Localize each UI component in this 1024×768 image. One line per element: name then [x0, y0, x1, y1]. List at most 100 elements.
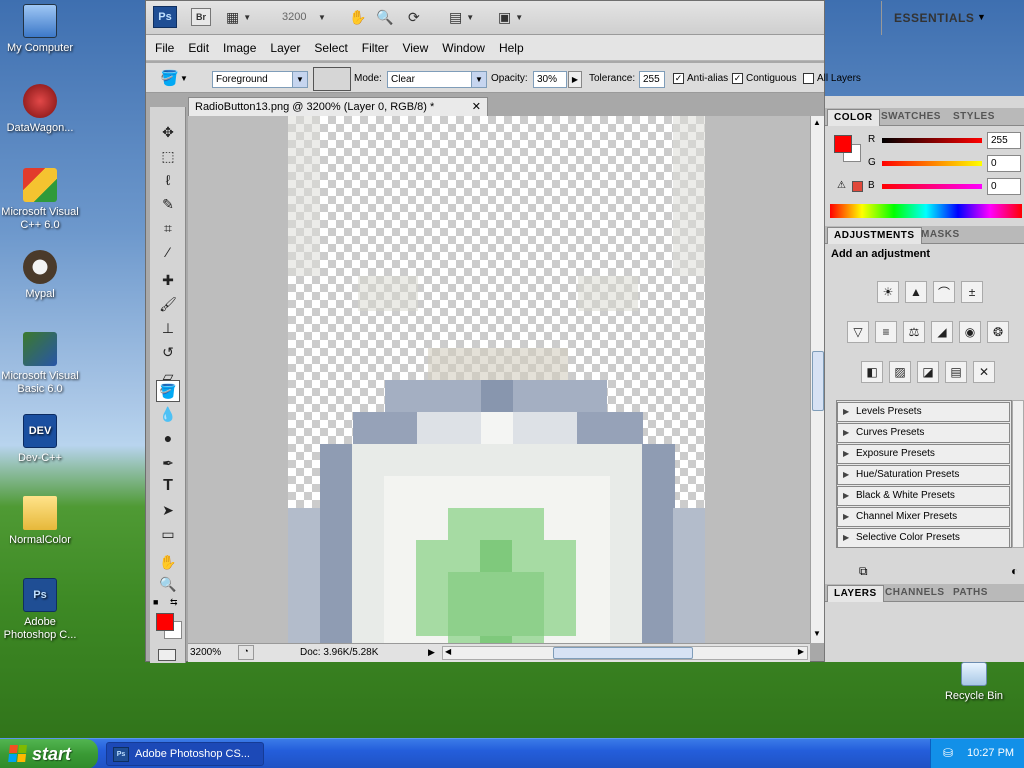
tolerance-input[interactable]: 255 — [639, 71, 665, 88]
brush-tool-icon[interactable]: 🖌 — [156, 293, 180, 315]
menu-view[interactable]: View — [402, 41, 428, 55]
clone-stamp-tool-icon[interactable]: ⊥ — [156, 317, 180, 339]
g-slider[interactable] — [882, 161, 982, 166]
photo-filter-icon[interactable]: ◉ — [959, 321, 981, 343]
eyedropper-tool-icon[interactable]: ⁄ — [156, 241, 180, 263]
preset-black-white[interactable]: Black & White Presets — [837, 486, 1010, 506]
quick-selection-tool-icon[interactable]: ✎ — [156, 193, 180, 215]
view-extras-icon[interactable]: ▦ ▼ — [226, 8, 251, 26]
document-tab[interactable]: RadioButton13.png @ 3200% (Layer 0, RGB/… — [188, 97, 488, 116]
scroll-thumb[interactable] — [812, 351, 824, 411]
zoom-tool-icon[interactable]: 🔍 — [156, 573, 180, 595]
blur-tool-icon[interactable]: 💧 — [156, 403, 180, 425]
anti-alias-checkbox[interactable]: ✓ — [673, 73, 684, 84]
invert-icon[interactable]: ◧ — [861, 361, 883, 383]
clock[interactable]: 10:27 PM — [967, 747, 1014, 759]
scroll-thumb[interactable] — [553, 647, 693, 659]
clip-to-layer-icon[interactable]: ⧉ — [859, 564, 868, 579]
status-menu-arrow-icon[interactable]: ▶ — [428, 647, 435, 658]
foreground-color-swatch[interactable] — [156, 613, 174, 631]
screen-mode-icon[interactable]: ▣ ▼ — [498, 8, 523, 26]
history-brush-tool-icon[interactable]: ↺ — [156, 341, 180, 363]
zoom-dropdown-icon[interactable]: ▼ — [318, 8, 326, 26]
tab-adjustments[interactable]: ADJUSTMENTS — [827, 227, 922, 244]
curves-icon[interactable]: ⌒ — [933, 281, 955, 303]
status-options-icon[interactable]: ◔ — [238, 645, 254, 660]
path-selection-tool-icon[interactable]: ➤ — [156, 499, 180, 521]
zoom-tool-icon[interactable]: 🔍 — [376, 8, 393, 26]
exposure-icon[interactable]: ± — [961, 281, 983, 303]
tab-layers[interactable]: LAYERS — [827, 585, 884, 602]
taskbar-item-photoshop[interactable]: Ps Adobe Photoshop CS... — [106, 742, 264, 766]
default-colors-icon[interactable]: ■ — [153, 597, 158, 607]
levels-icon[interactable]: ▲ — [905, 281, 927, 303]
color-balance-icon[interactable]: ⚖ — [903, 321, 925, 343]
scroll-left-icon[interactable]: ◀ — [445, 647, 451, 656]
desktop-icon-mypal[interactable]: Mypal — [0, 250, 80, 301]
hue-saturation-icon[interactable]: ≡ — [875, 321, 897, 343]
healing-brush-tool-icon[interactable]: ✚ — [156, 269, 180, 291]
desktop-icon-my-computer[interactable]: My Computer — [0, 4, 80, 55]
tab-channels[interactable]: CHANNELS — [879, 585, 951, 602]
menu-window[interactable]: Window — [442, 41, 485, 55]
tab-styles[interactable]: STYLES — [947, 109, 1001, 126]
desktop-icon-photoshop[interactable]: Ps Adobe Photoshop C... — [0, 578, 80, 642]
foreground-color-swatch[interactable] — [834, 135, 852, 153]
preset-curves[interactable]: Curves Presets — [837, 423, 1010, 443]
canvas-area[interactable] — [188, 116, 810, 643]
b-value-input[interactable]: 0 — [987, 178, 1021, 195]
visibility-icon[interactable]: ◐ — [1011, 564, 1018, 578]
image-canvas[interactable] — [288, 116, 705, 643]
desktop-icon-normalcolor[interactable]: NormalColor — [0, 496, 80, 547]
shape-tool-icon[interactable]: ▭ — [156, 523, 180, 545]
r-slider[interactable] — [882, 138, 982, 143]
mode-select[interactable]: Clear ▼ — [387, 71, 487, 88]
workspace-switcher[interactable]: ESSENTIALS — [894, 11, 974, 25]
paint-bucket-tool-icon[interactable]: 🪣 — [156, 380, 180, 402]
tool-preset-dropdown-icon[interactable]: ▼ — [180, 74, 188, 83]
color-spectrum-ramp[interactable] — [830, 204, 1022, 218]
out-of-gamut-warning-icon[interactable]: ⚠ — [837, 180, 846, 191]
opacity-slider-button[interactable]: ▶ — [568, 71, 582, 88]
crop-tool-icon[interactable]: ⌗ — [156, 217, 180, 239]
scroll-down-icon[interactable]: ▼ — [813, 629, 821, 638]
menu-layer[interactable]: Layer — [270, 41, 300, 55]
gradient-map-icon[interactable]: ▤ — [945, 361, 967, 383]
bridge-button[interactable]: Br — [191, 8, 211, 26]
scroll-up-icon[interactable]: ▲ — [813, 118, 821, 127]
brightness-contrast-icon[interactable]: ☀ — [877, 281, 899, 303]
horizontal-scrollbar[interactable]: ◀ ▶ — [442, 646, 808, 660]
b-slider[interactable] — [882, 184, 982, 189]
rotate-view-icon[interactable]: ⟳ — [408, 8, 420, 26]
preset-exposure[interactable]: Exposure Presets — [837, 444, 1010, 464]
pattern-picker[interactable] — [313, 67, 351, 91]
preset-levels[interactable]: Levels Presets — [837, 402, 1010, 422]
dodge-tool-icon[interactable]: ● — [156, 427, 180, 449]
desktop-icon-visual-basic[interactable]: Microsoft Visual Basic 6.0 — [0, 332, 80, 396]
quick-mask-icon[interactable] — [158, 649, 176, 661]
scroll-right-icon[interactable]: ▶ — [798, 647, 804, 656]
lasso-tool-icon[interactable]: ℓ — [156, 169, 180, 191]
desktop-icon-datawagon[interactable]: DataWagon... — [0, 84, 80, 135]
menu-select[interactable]: Select — [314, 41, 347, 55]
posterize-icon[interactable]: ▨ — [889, 361, 911, 383]
selective-color-icon[interactable]: ✕ — [973, 361, 995, 383]
paint-bucket-preset-icon[interactable]: 🪣 — [160, 69, 179, 87]
arrange-documents-icon[interactable]: ▤ ▼ — [449, 8, 474, 26]
presets-scrollbar[interactable] — [1012, 400, 1024, 548]
tab-paths[interactable]: PATHS — [947, 585, 994, 602]
menu-help[interactable]: Help — [499, 41, 524, 55]
desktop-icon-recycle-bin[interactable]: Recycle Bin — [934, 662, 1014, 703]
zoom-status[interactable]: 3200% — [190, 647, 232, 658]
desktop-icon-visual-cpp[interactable]: Microsoft Visual C++ 6.0 — [0, 168, 80, 232]
photoshop-logo[interactable]: Ps — [153, 6, 177, 28]
menu-filter[interactable]: Filter — [362, 41, 389, 55]
hand-tool-icon[interactable]: ✋ — [349, 8, 366, 26]
move-tool-icon[interactable]: ✥ — [156, 121, 180, 143]
hand-tool-icon[interactable]: ✋ — [156, 551, 180, 573]
tab-masks[interactable]: MASKS — [915, 227, 966, 244]
tab-swatches[interactable]: SWATCHES — [875, 109, 947, 126]
threshold-icon[interactable]: ◪ — [917, 361, 939, 383]
contiguous-checkbox[interactable]: ✓ — [732, 73, 743, 84]
menu-file[interactable]: File — [155, 41, 174, 55]
